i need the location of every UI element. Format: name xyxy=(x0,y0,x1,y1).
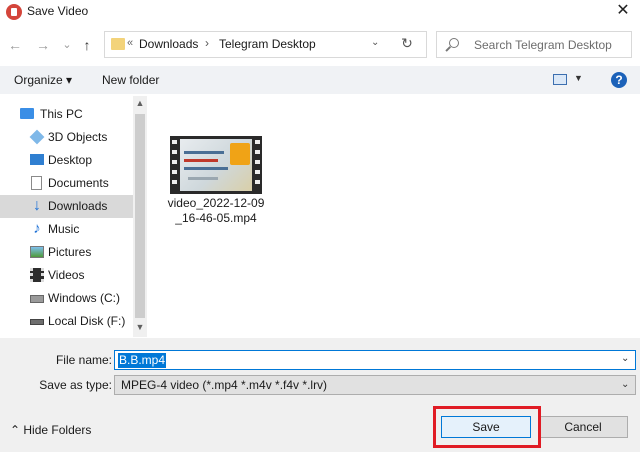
file-name-value[interactable]: B.B.mp4 xyxy=(118,353,167,368)
nav-item-label: Music xyxy=(48,222,80,236)
videos-icon xyxy=(30,268,44,282)
save-highlight-annotation xyxy=(433,406,541,448)
nav-item-label: Videos xyxy=(48,268,85,282)
breadcrumb-downloads[interactable]: Downloads xyxy=(139,37,198,51)
breadcrumb-telegram-desktop[interactable]: Telegram Desktop xyxy=(219,37,316,51)
file-item[interactable]: video_2022-12-09 _16-46-05.mp4 xyxy=(168,136,264,230)
nav-item-label: Desktop xyxy=(48,153,93,167)
new-folder-button[interactable]: New folder xyxy=(102,73,159,87)
nav-scrollbar[interactable]: ▲ ▼ xyxy=(133,96,147,337)
close-icon[interactable]: ✕ xyxy=(612,1,634,21)
nav-item-desktop[interactable]: Desktop xyxy=(0,149,133,172)
file-name-line: _16-46-05.mp4 xyxy=(175,211,257,225)
search-icon xyxy=(449,38,459,48)
command-bar: Organize ▾ New folder ▼ ? xyxy=(0,66,640,94)
scroll-down-icon[interactable]: ▼ xyxy=(133,322,147,332)
breadcrumb-overflow[interactable]: « xyxy=(127,37,133,49)
nav-item-music[interactable]: ♪ Music xyxy=(0,218,133,241)
file-name-line: video_2022-12-09 xyxy=(167,196,265,210)
file-name: video_2022-12-09 _16-46-05.mp4 xyxy=(166,196,266,226)
scrollbar-thumb[interactable] xyxy=(135,114,145,318)
video-thumbnail xyxy=(170,136,262,194)
scroll-up-icon[interactable]: ▲ xyxy=(133,98,147,108)
save-options-panel: File name: B.B.mp4 ⌄ Save as type: MPEG-… xyxy=(0,338,640,452)
nav-item-downloads[interactable]: ↓ Downloads xyxy=(0,195,133,218)
nav-item-videos[interactable]: Videos xyxy=(0,264,133,287)
up-arrow-icon[interactable]: ↑ xyxy=(78,34,96,56)
nav-item-label: Windows (C:) xyxy=(48,291,121,305)
file-name-input[interactable]: B.B.mp4 ⌄ xyxy=(114,350,636,370)
drive-c-icon xyxy=(30,295,44,303)
music-icon: ♪ xyxy=(33,220,41,237)
search-box[interactable]: Search Telegram Desktop xyxy=(436,31,632,58)
title-bar: Save Video ✕ xyxy=(0,0,640,24)
nav-item-3d-objects[interactable]: 3D Objects xyxy=(0,126,133,149)
recent-locations-icon[interactable]: ⌄ xyxy=(58,34,76,56)
cancel-button[interactable]: Cancel xyxy=(538,416,628,438)
nav-item-this-pc[interactable]: This PC xyxy=(0,103,133,126)
save-as-type-dropdown-icon[interactable]: ⌄ xyxy=(621,379,629,390)
nav-item-documents[interactable]: Documents xyxy=(0,172,133,195)
view-options-icon[interactable] xyxy=(553,74,567,85)
3d-objects-icon xyxy=(29,129,45,145)
file-name-label: File name: xyxy=(55,353,112,367)
address-bar[interactable]: « Downloads › Telegram Desktop ⌄ ↻ xyxy=(104,31,427,58)
chevron-right-icon[interactable]: › xyxy=(205,36,209,50)
nav-item-label: Documents xyxy=(48,176,109,190)
forward-arrow-icon[interactable]: → xyxy=(34,34,52,56)
nav-item-label: 3D Objects xyxy=(48,130,108,144)
nav-item-local-disk-f[interactable]: Local Disk (F:) xyxy=(0,310,133,333)
pc-icon xyxy=(20,108,34,119)
nav-item-windows-c[interactable]: Windows (C:) xyxy=(0,287,133,310)
nav-item-label: Local Disk (F:) xyxy=(48,314,126,328)
nav-item-pictures[interactable]: Pictures xyxy=(0,241,133,264)
save-as-type-value: MPEG-4 video (*.mp4 *.m4v *.f4v *.lrv) xyxy=(121,378,328,392)
pictures-icon xyxy=(30,246,44,258)
folder-icon xyxy=(111,38,125,50)
downloads-icon: ↓ xyxy=(33,197,41,214)
nav-item-label: Pictures xyxy=(48,245,92,259)
drive-f-icon xyxy=(30,319,44,325)
save-as-type-label: Save as type: xyxy=(39,378,112,392)
hide-folders-button[interactable]: ⌃ Hide Folders xyxy=(10,423,91,437)
nav-item-label: Downloads xyxy=(48,199,108,213)
refresh-icon[interactable]: ↻ xyxy=(397,35,417,52)
help-icon[interactable]: ? xyxy=(611,72,627,88)
back-arrow-icon[interactable]: ← xyxy=(6,34,24,56)
navigation-pane: This PC 3D Objects Desktop Documents ↓ D… xyxy=(0,96,147,337)
documents-icon xyxy=(31,176,42,190)
organize-button[interactable]: Organize ▾ xyxy=(14,73,72,87)
window-title: Save Video xyxy=(27,4,89,18)
nav-item-label: This PC xyxy=(40,107,83,121)
app-icon xyxy=(6,4,22,20)
address-dropdown-icon[interactable]: ⌄ xyxy=(371,37,385,48)
desktop-icon xyxy=(30,154,44,165)
file-name-dropdown-icon[interactable]: ⌄ xyxy=(621,353,629,364)
search-input[interactable]: Search Telegram Desktop xyxy=(474,38,612,52)
view-dropdown-icon[interactable]: ▼ xyxy=(574,73,583,83)
save-as-type-select[interactable]: MPEG-4 video (*.mp4 *.m4v *.f4v *.lrv) ⌄ xyxy=(114,375,636,395)
